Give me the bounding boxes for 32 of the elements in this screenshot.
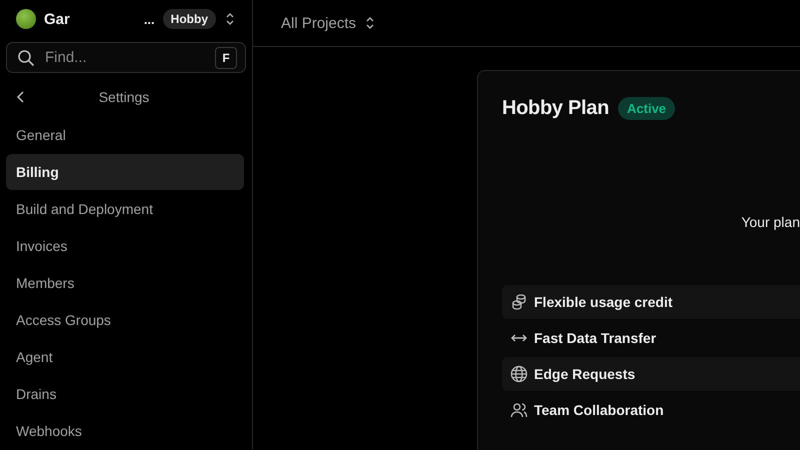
globe-icon [510,365,528,383]
feature-label: Edge Requests [534,366,636,382]
search-input[interactable]: Find... [43,48,207,68]
truncation-ellipsis: ... [144,12,155,27]
status-badge: Active [618,97,676,120]
back-icon[interactable] [16,90,26,104]
chevron-up-down-icon[interactable] [364,16,376,30]
plan-badge: Hobby [162,9,216,30]
project-selector[interactable]: All Projects [281,14,376,32]
search-bar[interactable]: Find... F [6,42,246,73]
plan-description: Your plan [740,214,800,230]
search-icon [17,48,35,67]
sidebar-item[interactable]: Members [6,265,244,301]
sidebar-item[interactable]: General [6,117,244,153]
feature-label: Flexible usage credit [534,294,672,310]
keyboard-shortcut: F [215,46,237,69]
sidebar-item[interactable]: Agent [6,339,244,375]
users-icon [510,401,528,419]
sidebar-item[interactable]: Webhooks [6,413,244,449]
feature-label: Fast Data Transfer [534,330,656,346]
sidebar-item[interactable]: Drains [6,376,244,412]
sidebar-title: Settings [98,88,150,105]
coins-icon [510,293,528,311]
team-avatar[interactable] [16,9,36,30]
team-name[interactable]: Gar [44,10,136,28]
chevron-up-down-icon[interactable] [224,12,236,26]
sidebar-item[interactable]: Build and Deployment [6,191,244,227]
sidebar-item[interactable]: Billing [6,154,244,190]
feature-label: Team Collaboration [534,402,664,418]
plan-title: Hobby Plan [502,97,610,120]
sidebar-item[interactable]: Invoices [6,228,244,264]
sidebar-item[interactable]: Access Groups [6,302,244,338]
